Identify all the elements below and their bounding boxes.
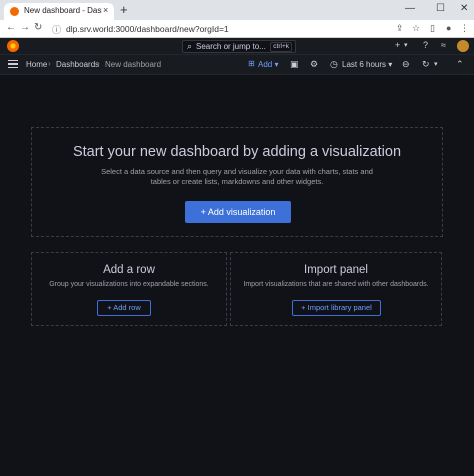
- avatar[interactable]: [457, 40, 469, 52]
- menu-icon[interactable]: [8, 60, 18, 68]
- import-panel-title: Import panel: [304, 264, 368, 276]
- url-text: dlp.srv.world:3000/dashboard/new?orgId=1: [66, 24, 229, 34]
- breadcrumb-separator: ›: [48, 59, 51, 68]
- chevron-down-icon[interactable]: ▾: [404, 41, 408, 49]
- empty-dashboard-card: Start your new dashboard by adding a vis…: [31, 127, 443, 237]
- add-label: Add: [258, 60, 273, 69]
- grafana-topbar: ⌕ Search or jump to... ctrl+k + ▾ ? ≈: [0, 38, 474, 55]
- grafana-logo-icon[interactable]: [7, 40, 19, 52]
- zoom-out-icon[interactable]: ⊖: [402, 59, 410, 70]
- import-library-panel-button[interactable]: + Import library panel: [292, 300, 381, 316]
- maximize-button[interactable]: ☐: [436, 3, 445, 14]
- add-dropdown-button[interactable]: Add ▾: [258, 60, 278, 69]
- add-row-title: Add a row: [103, 264, 155, 276]
- time-range-label: Last 6 hours: [342, 60, 387, 69]
- refresh-interval-chevron-icon[interactable]: ▾: [434, 60, 438, 68]
- add-row-button[interactable]: + Add row: [97, 300, 151, 316]
- search-shortcut: ctrl+k: [270, 42, 292, 52]
- add-panel-icon: ⊞: [248, 59, 255, 68]
- news-feed-icon[interactable]: ≈: [441, 40, 446, 50]
- clock-icon: ◷: [330, 59, 338, 69]
- search-icon: ⌕: [187, 41, 193, 51]
- back-icon[interactable]: ←: [6, 22, 16, 33]
- dashboard-toolbar: Home › Dashboards › New dashboard ⊞ Add …: [0, 55, 474, 75]
- tab-close-icon[interactable]: ×: [103, 5, 108, 15]
- grafana-favicon-icon: [10, 7, 19, 16]
- profile-icon[interactable]: ●: [446, 23, 451, 33]
- search-placeholder: Search or jump to...: [196, 42, 266, 51]
- tab-title: New dashboard - Dashboards -: [24, 6, 102, 15]
- empty-state-description: Select a data source and then query and …: [101, 167, 373, 186]
- add-row-description: Group your visualizations into expandabl…: [49, 281, 209, 288]
- breadcrumb-current: New dashboard: [105, 60, 162, 69]
- add-visualization-button[interactable]: + Add visualization: [185, 201, 291, 223]
- sidebar-icon[interactable]: ▯: [430, 23, 435, 34]
- collapse-chevron-up-icon[interactable]: ⌃: [456, 59, 464, 70]
- minimize-button[interactable]: —: [405, 3, 415, 14]
- bookmark-star-icon[interactable]: ☆: [412, 23, 420, 34]
- breadcrumb-separator: ›: [97, 59, 100, 68]
- import-panel-card: Import panel Import visualizations that …: [230, 252, 442, 326]
- close-window-button[interactable]: ✕: [460, 3, 468, 14]
- breadcrumb-home[interactable]: Home: [26, 60, 47, 69]
- site-info-icon[interactable]: ⓘ: [52, 23, 61, 36]
- dashboard-canvas: Start your new dashboard by adding a vis…: [0, 76, 474, 476]
- new-tab-button[interactable]: +: [120, 3, 128, 17]
- time-range-picker[interactable]: Last 6 hours ▾: [342, 60, 392, 69]
- address-bar: ← → ↻ ⓘ dlp.srv.world:3000/dashboard/new…: [0, 20, 474, 38]
- search-input[interactable]: ⌕ Search or jump to... ctrl+k: [182, 40, 296, 53]
- share-icon[interactable]: ⇪: [396, 23, 404, 34]
- import-panel-description: Import visualizations that are shared wi…: [243, 281, 429, 288]
- browser-tabbar: New dashboard - Dashboards - × + — ☐ ✕: [0, 0, 474, 20]
- gear-icon[interactable]: ⚙: [310, 59, 318, 70]
- empty-state-title: Start your new dashboard by adding a vis…: [72, 144, 402, 160]
- refresh-icon[interactable]: ↻: [422, 59, 430, 70]
- add-row-card: Add a row Group your visualizations into…: [31, 252, 227, 326]
- new-plus-icon[interactable]: +: [395, 40, 400, 50]
- reload-icon[interactable]: ↻: [34, 22, 42, 33]
- breadcrumb-dashboards[interactable]: Dashboards: [56, 60, 99, 69]
- save-icon[interactable]: ▣: [290, 59, 299, 70]
- browser-menu-icon[interactable]: ⋮: [460, 23, 469, 34]
- help-icon[interactable]: ?: [423, 40, 428, 50]
- browser-tab[interactable]: New dashboard - Dashboards - ×: [4, 3, 114, 20]
- forward-icon[interactable]: →: [20, 22, 30, 33]
- url-field[interactable]: ⓘ dlp.srv.world:3000/dashboard/new?orgId…: [50, 22, 390, 36]
